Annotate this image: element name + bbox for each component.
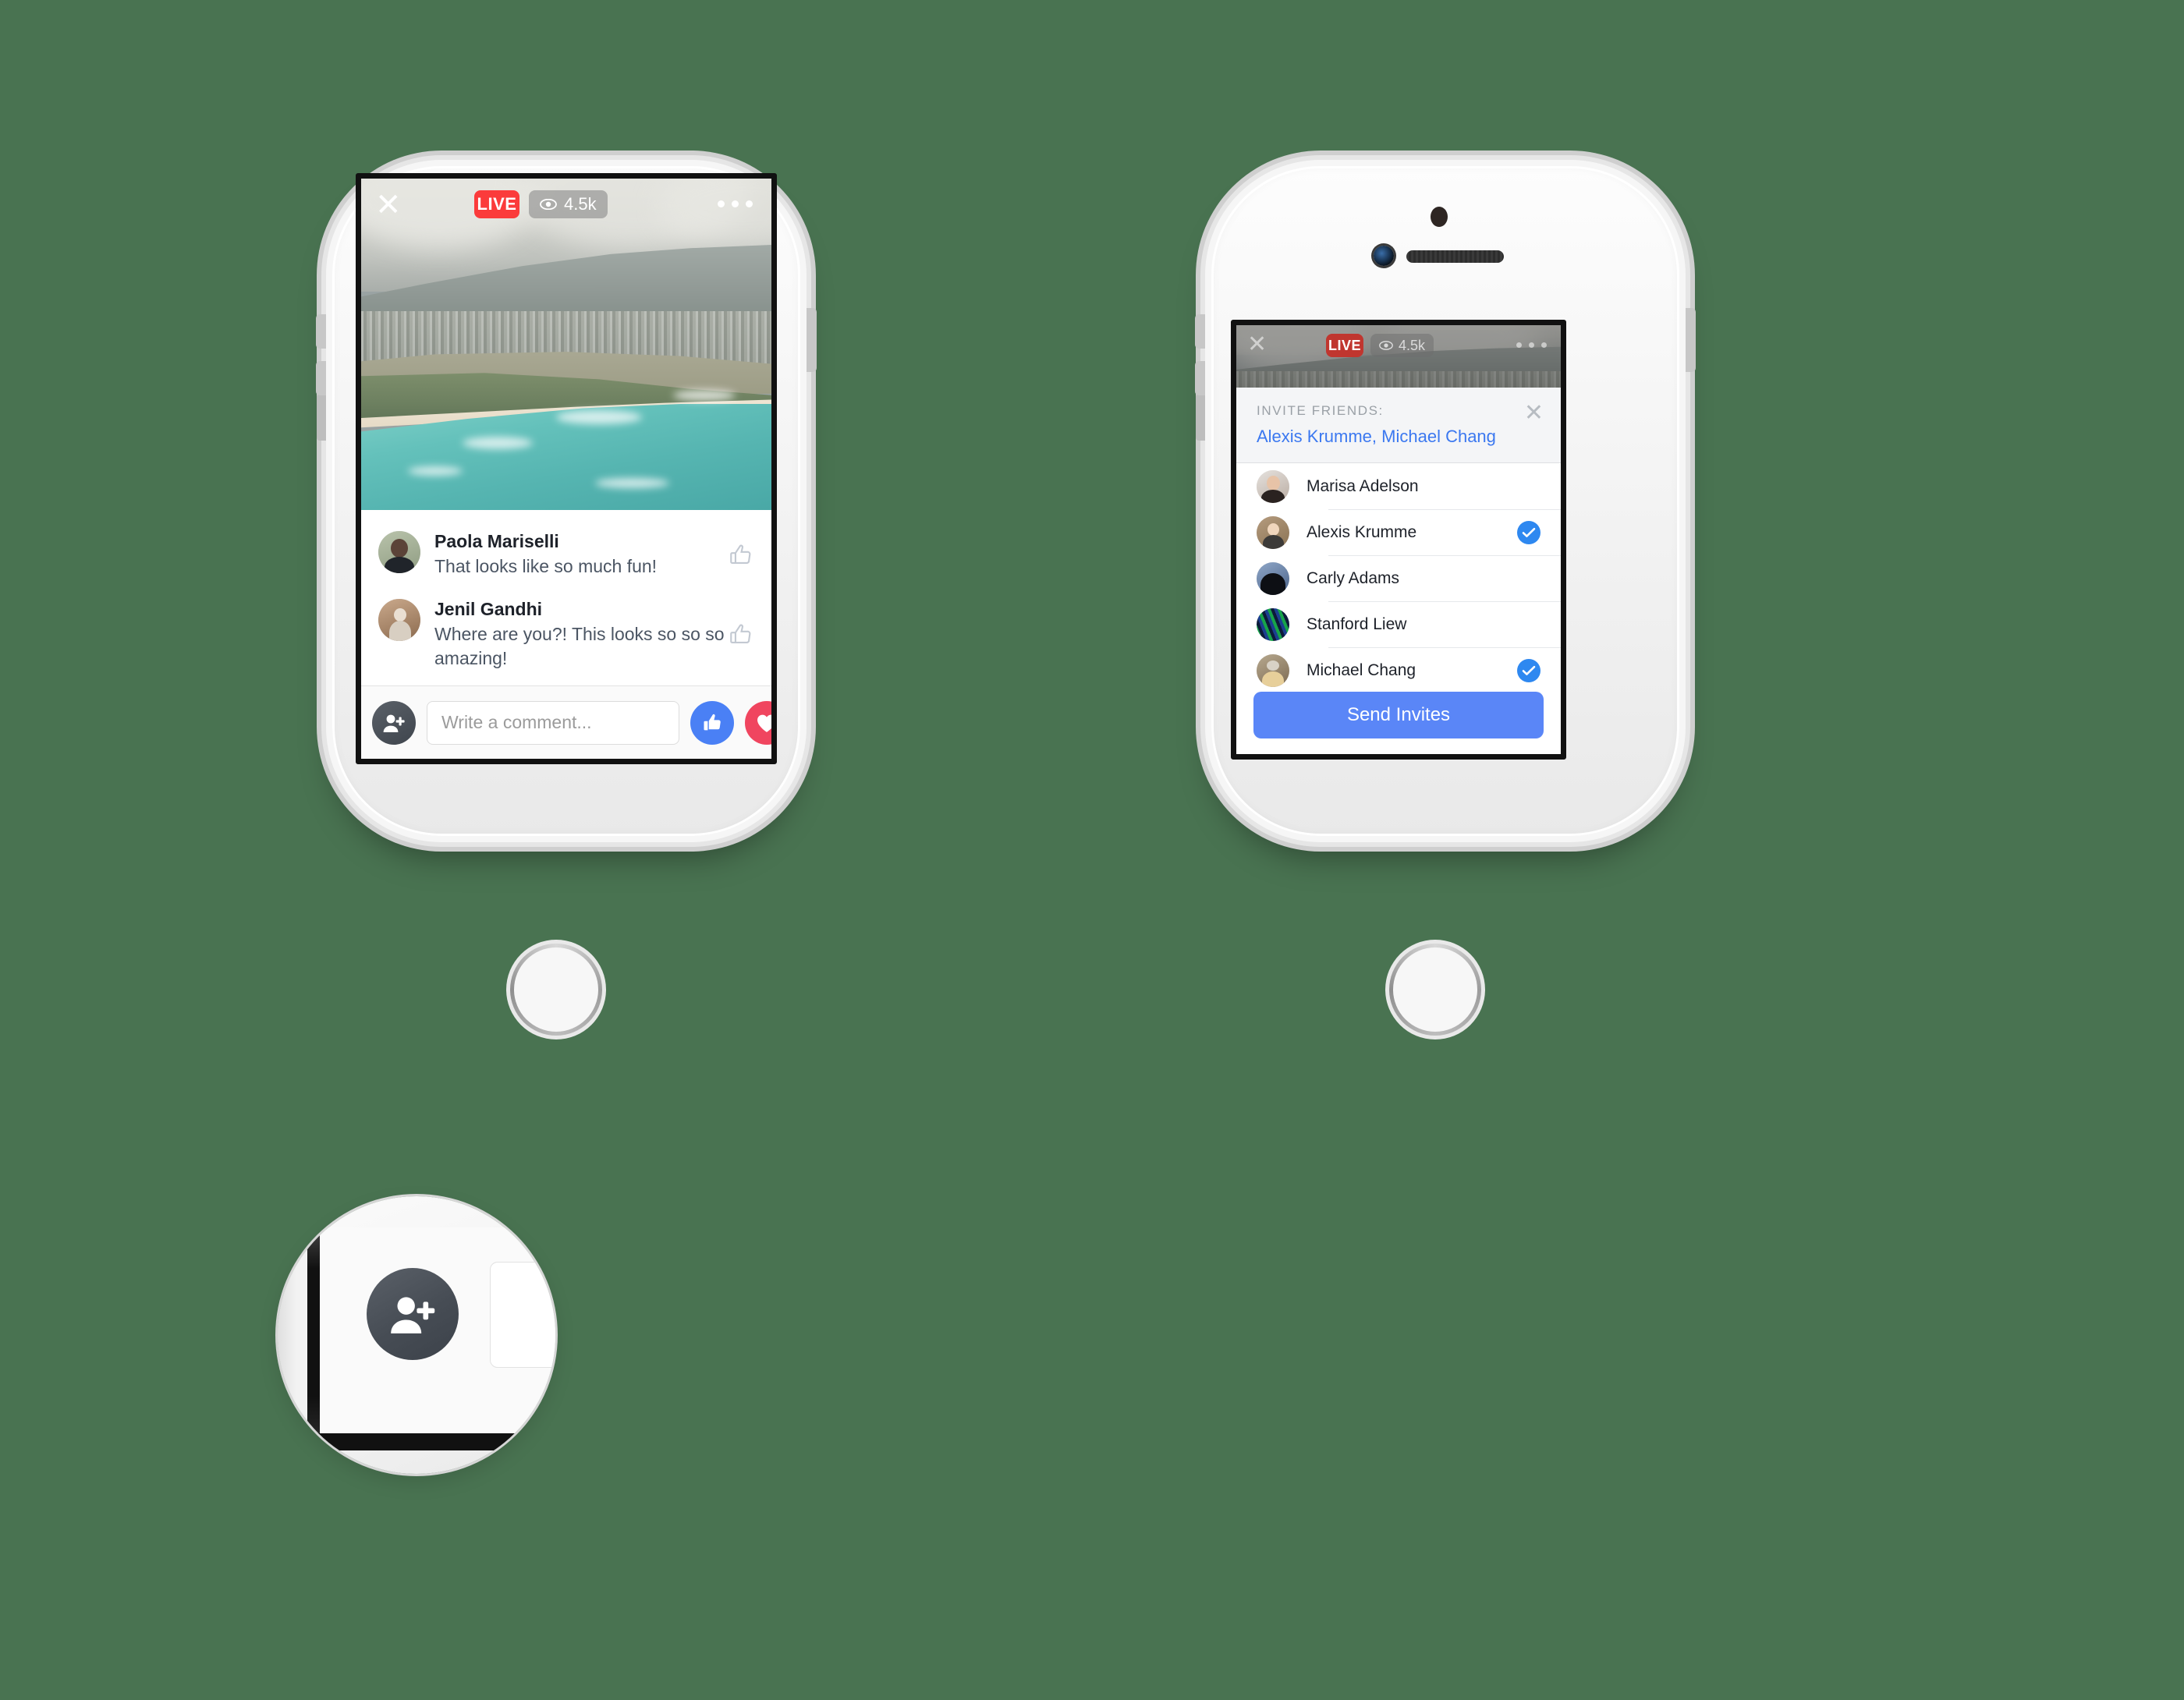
- live-badge: LIVE: [1326, 334, 1363, 357]
- live-video-player-left[interactable]: ✕ LIVE 4.5k: [361, 179, 771, 510]
- friend-name: Michael Chang: [1306, 661, 1416, 679]
- volume-button-right[interactable]: [1195, 314, 1205, 349]
- friend-name: Marisa Adelson: [1306, 476, 1419, 495]
- avatar: [1257, 515, 1289, 549]
- avatar: [1257, 653, 1289, 687]
- send-invites-footer: Send Invites: [1236, 692, 1561, 754]
- comment-list-left[interactable]: Paola Mariselli That looks like so much …: [361, 510, 771, 685]
- earpiece-speaker-right: [1406, 250, 1504, 263]
- magnified-phone-edge: [278, 1196, 309, 1474]
- comment-author: Paola Mariselli: [434, 531, 559, 551]
- close-icon[interactable]: ✕: [375, 189, 402, 221]
- comment-composer-left: Write a comment...: [361, 685, 771, 759]
- app-live-video-left: ✕ LIVE 4.5k Paola Mariselli That looks l…: [361, 179, 771, 759]
- close-icon[interactable]: ✕: [1524, 402, 1544, 425]
- home-button-left[interactable]: [510, 944, 602, 1036]
- live-video-player-right[interactable]: ✕ LIVE 4.5k: [1236, 325, 1561, 388]
- magnified-comment-input[interactable]: [490, 1262, 555, 1368]
- viewer-count-badge: 4.5k: [1370, 334, 1434, 357]
- send-invites-button[interactable]: Send Invites: [1253, 692, 1544, 738]
- volume-down-button-right[interactable]: [1195, 361, 1205, 395]
- live-badge: LIVE: [474, 190, 519, 218]
- thumbs-up-outline-icon[interactable]: [728, 542, 754, 568]
- friend-row[interactable]: Alexis Krumme: [1236, 509, 1561, 555]
- comment-item: Paola Mariselli That looks like so much …: [361, 521, 771, 589]
- screen-right: ✕ LIVE 4.5k INVITE FRIENDS: Alexis Krumm…: [1231, 320, 1566, 760]
- heart-button[interactable]: [745, 700, 771, 745]
- viewer-count-label: 4.5k: [564, 194, 597, 214]
- magnified-screen-bezel: [307, 1196, 320, 1474]
- friend-row[interactable]: Carly Adams: [1236, 555, 1561, 601]
- proximity-sensor-right: [1431, 207, 1448, 227]
- comment-item: Jenil Gandhi Where are you?! This looks …: [361, 589, 771, 681]
- ellipsis-icon[interactable]: [718, 200, 753, 207]
- video-surf: [556, 410, 642, 424]
- volume-button-left[interactable]: [316, 314, 326, 349]
- close-icon[interactable]: ✕: [1247, 333, 1267, 356]
- check-circle-icon[interactable]: [1517, 658, 1540, 682]
- friend-row[interactable]: Michael Chang: [1236, 647, 1561, 692]
- avatar: [378, 599, 420, 642]
- video-top-bar-left: ✕ LIVE 4.5k: [361, 179, 771, 232]
- video-surf: [463, 437, 533, 449]
- ellipsis-icon[interactable]: [1516, 342, 1547, 348]
- comment-text: Jenil Gandhi Where are you?! This looks …: [420, 599, 728, 671]
- viewer-count-label: 4.5k: [1399, 337, 1426, 353]
- video-top-bar-right: ✕ LIVE 4.5k: [1236, 325, 1561, 366]
- eye-icon: [540, 199, 557, 210]
- like-button[interactable]: [690, 700, 734, 745]
- invite-friends-label: INVITE FRIENDS:: [1257, 403, 1384, 418]
- comment-text: Paola Mariselli That looks like so much …: [420, 531, 728, 579]
- invite-friends-header: INVITE FRIENDS: Alexis Krumme, Michael C…: [1236, 388, 1561, 463]
- avatar: [378, 531, 420, 573]
- friend-row[interactable]: Marisa Adelson: [1236, 463, 1561, 509]
- comment-message: That looks like so much fun!: [434, 556, 658, 576]
- live-label: LIVE: [1328, 337, 1361, 353]
- magnified-screen-bezel-bottom: [307, 1433, 555, 1450]
- video-surf: [408, 466, 463, 476]
- friend-name: Stanford Liew: [1306, 614, 1407, 633]
- add-person-icon[interactable]: [367, 1268, 459, 1360]
- video-surf: [673, 390, 736, 401]
- friend-name: Alexis Krumme: [1306, 522, 1417, 541]
- comment-message: Where are you?! This looks so so so amaz…: [434, 624, 725, 669]
- check-circle-icon[interactable]: [1517, 520, 1540, 544]
- add-person-icon[interactable]: [372, 700, 416, 745]
- thumbs-up-outline-icon[interactable]: [728, 622, 754, 648]
- comment-author: Jenil Gandhi: [434, 599, 543, 620]
- avatar: [1257, 469, 1289, 503]
- home-button-right[interactable]: [1389, 944, 1481, 1036]
- friend-row[interactable]: Stanford Liew: [1236, 601, 1561, 647]
- app-live-video-right: ✕ LIVE 4.5k INVITE FRIENDS: Alexis Krumm…: [1236, 325, 1561, 754]
- friend-list[interactable]: Marisa Adelson Alexis Krumme Carly Adams…: [1236, 463, 1561, 692]
- selected-friends-names: Alexis Krumme, Michael Chang: [1257, 427, 1496, 446]
- live-label: LIVE: [477, 194, 517, 214]
- volume-down-button-left[interactable]: [316, 361, 326, 395]
- magnifier-content: [278, 1196, 555, 1474]
- comment-input[interactable]: Write a comment...: [427, 700, 679, 745]
- front-camera-right: [1374, 246, 1394, 266]
- eye-icon: [1379, 341, 1393, 350]
- avatar: [1257, 561, 1289, 595]
- power-button-left[interactable]: [807, 308, 817, 372]
- friend-name: Carly Adams: [1306, 568, 1400, 587]
- viewer-count-badge: 4.5k: [529, 190, 608, 218]
- screen-left: ✕ LIVE 4.5k Paola Mariselli That looks l…: [356, 173, 777, 764]
- power-button-right[interactable]: [1686, 308, 1696, 372]
- avatar: [1257, 607, 1289, 641]
- magnifier-callout: [278, 1196, 555, 1474]
- video-surf: [595, 478, 669, 488]
